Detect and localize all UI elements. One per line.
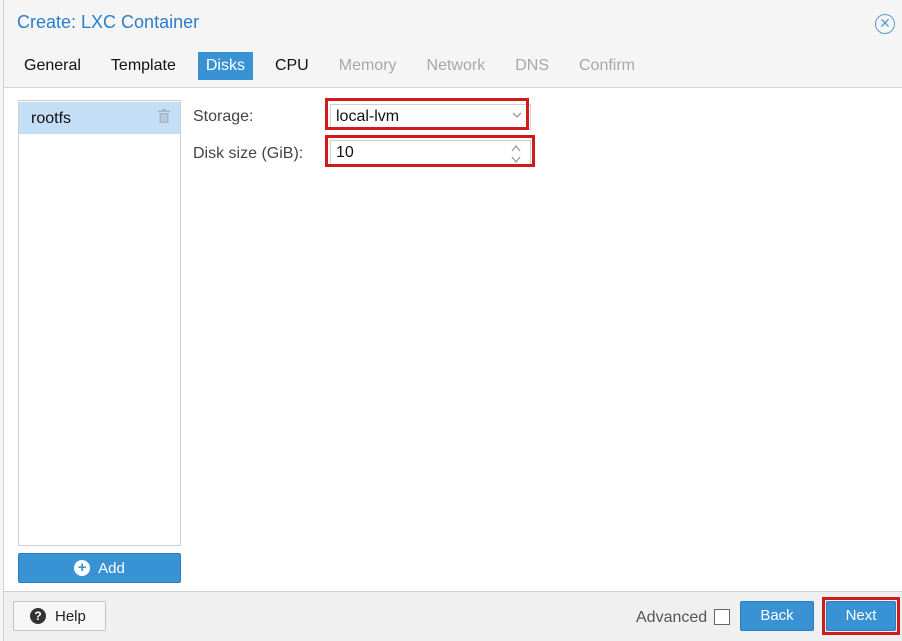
plus-circle-icon: + [74,560,91,576]
tab-general[interactable]: General [16,52,89,80]
question-circle-icon: ? [30,608,46,624]
dialog-title: Create: LXC Container [17,12,200,32]
disk-list: rootfs [18,100,181,546]
lxc-create-dialog: Create: LXC Container ✕ General Template… [3,0,902,641]
disk-list-item-label: rootfs [31,110,72,127]
tab-confirm: Confirm [578,57,635,74]
tab-cpu[interactable]: CPU [267,52,317,80]
storage-label: Storage: [193,108,254,125]
dialog-footer: ? Help Advanced Back Next [4,591,902,641]
advanced-label: Advanced [636,609,708,626]
advanced-checkbox[interactable] [714,609,730,625]
tab-disks[interactable]: Disks [197,52,253,80]
add-disk-button[interactable]: + Add [18,553,181,583]
wizard-tabs: General Template Disks CPU Memory Networ… [16,52,657,80]
help-label: Help [55,607,86,625]
close-icon[interactable]: ✕ [875,14,895,34]
trash-icon[interactable] [158,109,170,123]
tab-dns: DNS [515,57,549,74]
disks-panel: rootfs + Add Storage: local-lvm Disk siz… [4,87,902,591]
help-button[interactable]: ? Help [13,601,106,631]
back-button[interactable]: Back [740,601,814,631]
disk-size-label: Disk size (GiB): [193,145,304,162]
add-disk-label: Add [98,559,125,577]
tab-network: Network [426,57,486,74]
dialog-titlebar: Create: LXC Container ✕ [4,0,902,46]
storage-highlight-box [325,98,529,130]
disk-list-item-rootfs[interactable]: rootfs [19,102,180,134]
tab-memory: Memory [338,57,397,74]
next-highlight-box [822,597,900,635]
tab-template[interactable]: Template [103,52,184,80]
disk-size-highlight-box [325,135,535,167]
